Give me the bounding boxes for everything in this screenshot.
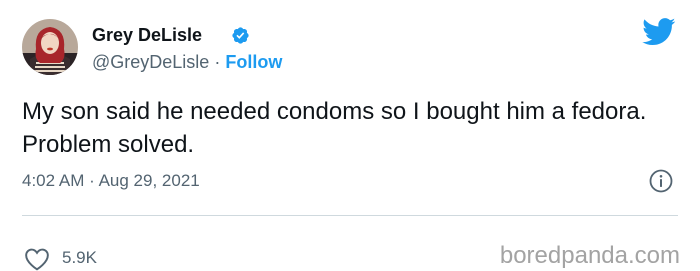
avatar-image: [22, 19, 78, 75]
handle-row: @GreyDeLisle · Follow: [92, 51, 282, 73]
like-count[interactable]: 5.9K: [62, 247, 97, 269]
tweet-text: My son said he needed condoms so I bough…: [22, 98, 647, 158]
watermark: boredpanda.com: [499, 242, 680, 269]
divider: [22, 215, 678, 216]
info-icon[interactable]: [648, 168, 674, 194]
twitter-bird-icon[interactable]: [642, 18, 676, 46]
timestamp[interactable]: 4:02 AM · Aug 29, 2021: [22, 170, 200, 192]
handle[interactable]: @GreyDeLisle: [92, 52, 209, 72]
display-name[interactable]: Grey DeLisle: [92, 24, 202, 46]
avatar[interactable]: [22, 19, 78, 75]
handle-separator: ·: [214, 52, 221, 72]
heart-icon[interactable]: [24, 247, 50, 271]
timestamp-separator: ·: [89, 171, 95, 190]
verified-badge-icon: [232, 27, 249, 44]
tweet-date: Aug 29, 2021: [98, 171, 200, 190]
tweet-time: 4:02 AM: [22, 171, 85, 190]
follow-button[interactable]: Follow: [225, 52, 282, 72]
